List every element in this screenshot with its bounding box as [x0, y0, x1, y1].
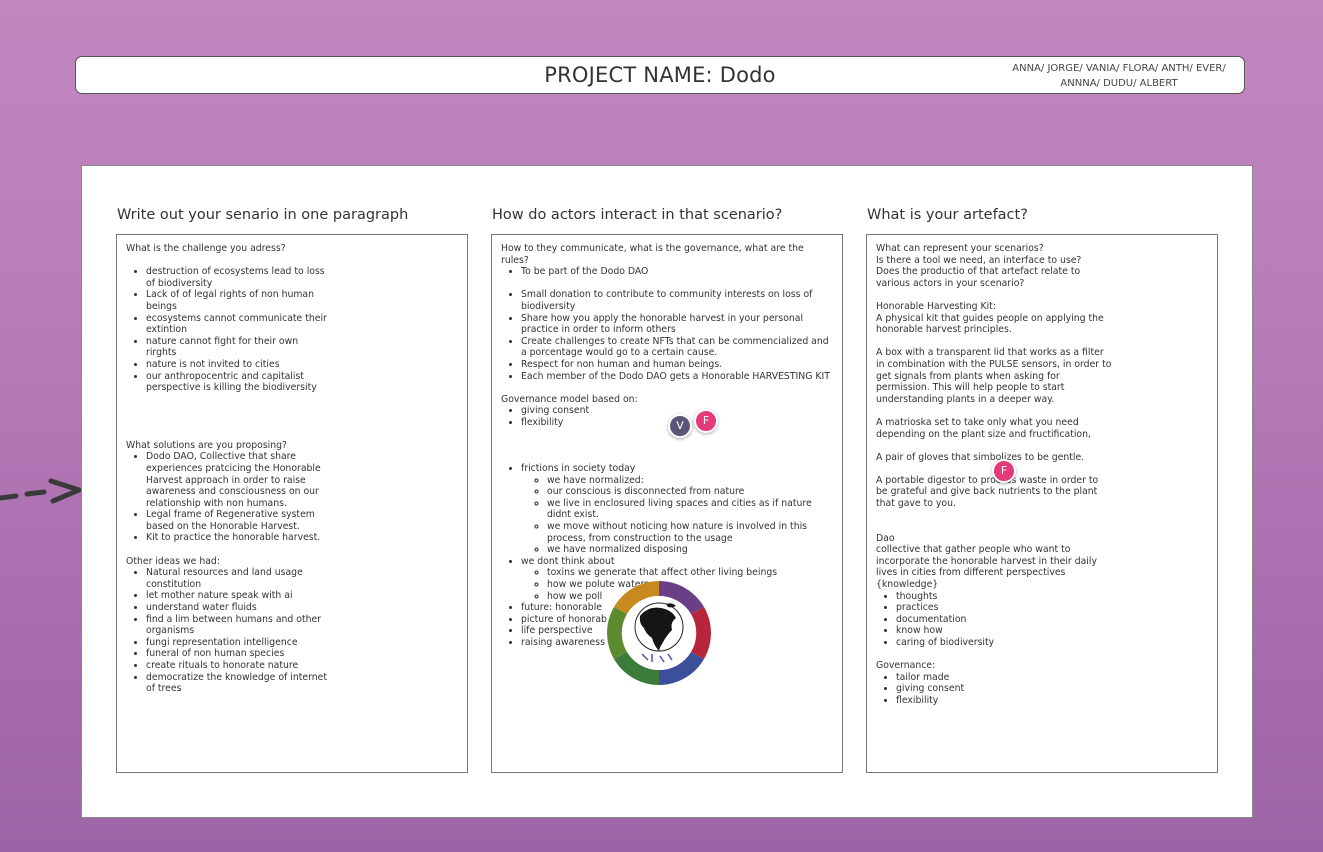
team-line-2: ANNNA/ DUDU/ ALBERT [1060, 78, 1178, 89]
artefact-governance-title: Governance: [876, 660, 936, 672]
list-item: Share how you apply the honorable harves… [521, 313, 836, 336]
list-item: Each member of the Dodo DAO gets a Honor… [521, 371, 836, 383]
dao-line: {knowledge} [876, 579, 939, 591]
honorable-harvest-wheel-logo[interactable] [606, 580, 712, 686]
dao-list: thoughts practices documentation know ho… [876, 591, 1208, 649]
artefact-governance-list: tailor made giving consent flexibility [876, 672, 1208, 707]
challenge-question: What is the challenge you adress? [126, 243, 286, 254]
heading-artefact: What is your artefact? [867, 207, 1028, 223]
kit-line: A physical kit that guides people on app… [876, 312, 1104, 324]
list-item: funeral of non human species [146, 648, 331, 660]
list-item: Small donation to contribute to communit… [521, 289, 836, 312]
dao-title: Dao [876, 532, 895, 544]
frictions-label: frictions in society today [521, 463, 636, 475]
list-item: fungi representation intelligence [146, 637, 331, 649]
list-item: frictions in society today we have norma… [521, 463, 833, 556]
box-line: understanding plants in a deeper way. [876, 393, 1055, 405]
project-header: PROJECT NAME: Dodo ANNA/ JORGE/ VANIA/ F… [75, 56, 1245, 94]
artefact-q4: various actors in your scenario? [876, 277, 1025, 289]
kit-line: honorable harvest principles. [876, 324, 1012, 336]
actors-intro: How to they communicate, what is the gov… [501, 243, 804, 266]
digestor-line: be grateful and give back nutrients to t… [876, 486, 1098, 498]
list-item: Dodo DAO, Collective that share experien… [146, 451, 331, 509]
team-line-1: ANNA/ JORGE/ VANIA/ FLORA/ ANTH/ EVER/ [1012, 63, 1226, 74]
list-item: we move without noticing how nature is i… [547, 521, 817, 544]
list-item: let mother nature speak with ai [146, 590, 331, 602]
list-item: know how [896, 625, 1208, 637]
list-item: Legal frame of Regenerative system based… [146, 509, 331, 532]
list-item: we live in enclosured living spaces and … [547, 498, 817, 521]
list-item: thoughts [896, 591, 1208, 603]
other-ideas-list: Natural resources and land usage constit… [126, 567, 331, 695]
list-item: To be part of the Dodo DAO [521, 266, 833, 278]
rules-list-a: To be part of the Dodo DAO [501, 266, 833, 278]
list-item: flexibility [896, 695, 1208, 707]
collaborator-cursor-v: V [668, 414, 692, 438]
solutions-list: Dodo DAO, Collective that share experien… [126, 451, 331, 544]
list-item: we have normalized disposing [547, 544, 817, 556]
kit-title: Honorable Harvesting Kit: [876, 300, 996, 312]
list-item: create rituals to honorate nature [146, 660, 331, 672]
list-item: Create challenges to create NFTs that ca… [521, 336, 836, 359]
governance-list: giving consent flexibility [501, 405, 833, 428]
digestor-line: that gave to you. [876, 498, 956, 510]
matrioska-line: A matrioska set to take only what you ne… [876, 416, 1079, 428]
list-item: our conscious is disconnected from natur… [547, 486, 817, 498]
team-names: ANNA/ JORGE/ VANIA/ FLORA/ ANTH/ EVER/ A… [994, 61, 1244, 91]
artefact-q3: Does the productio of that artefact rela… [876, 266, 1081, 278]
list-item: tailor made [896, 672, 1208, 684]
list-item: documentation [896, 614, 1208, 626]
box-line: A box with a transparent lid that works … [876, 347, 1104, 359]
dont-think-label: we dont think about [521, 555, 615, 567]
list-item: toxins we generate that affect other liv… [547, 567, 817, 579]
list-item: democratize the knowledge of internet of… [146, 672, 331, 695]
dao-line: lives in cities from different perspecti… [876, 567, 1066, 579]
list-item: destruction of ecosystems lead to loss o… [146, 266, 331, 289]
gloves-line: A pair of gloves that simbolizes to be g… [876, 451, 1085, 463]
list-item: nature cannot fight for their own rirght… [146, 336, 331, 359]
list-item: nature is not invited to cities [146, 359, 331, 371]
list-item: Lack of of legal rights of non human bei… [146, 289, 331, 312]
scenario-panel[interactable]: What is the challenge you adress? destru… [116, 234, 468, 773]
list-item: Respect for non human and human beings. [521, 359, 836, 371]
heading-actors: How do actors interact in that scenario? [492, 207, 783, 223]
rules-list: Small donation to contribute to communit… [501, 289, 836, 382]
other-ideas-question: Other ideas we had: [126, 555, 220, 567]
dao-line: collective that gather people who want t… [876, 544, 1071, 556]
frictions-sublist: we have normalized: our conscious is dis… [521, 475, 817, 556]
list-item: find a lim between humans and other orga… [146, 614, 331, 637]
box-line: in combination with the PULSE sensors, i… [876, 358, 1112, 370]
challenge-list: destruction of ecosystems lead to loss o… [126, 266, 331, 394]
actors-panel[interactable]: How to they communicate, what is the gov… [491, 234, 843, 773]
list-item: practices [896, 602, 1208, 614]
list-item: we have normalized: [547, 475, 817, 487]
list-item: our anthropocentric and capitalist persp… [146, 371, 331, 394]
heading-scenario: Write out your senario in one paragraph [117, 207, 409, 223]
list-item: caring of biodiversity [896, 637, 1208, 649]
list-item: Kit to practice the honorable harvest. [146, 532, 331, 544]
list-item: Natural resources and land usage constit… [146, 567, 331, 590]
dao-line: incorporate the honorable harvest in the… [876, 555, 1097, 567]
list-item: giving consent [896, 683, 1208, 695]
box-line: permission. This will help people to sta… [876, 382, 1065, 394]
artefact-q1: What can represent your scenarios? [876, 243, 1044, 254]
governance-title: Governance model based on: [501, 393, 638, 405]
collaborator-cursor-f: F [992, 459, 1016, 483]
digestor-line: A portable digestor to process waste in … [876, 474, 1099, 486]
solutions-question: What solutions are you proposing? [126, 439, 287, 451]
box-line: get signals from plants when asking for [876, 370, 1060, 382]
list-item: ecosystems cannot communicate their exti… [146, 313, 331, 336]
matrioska-line: depending on the plant size and fructifi… [876, 428, 1091, 440]
list-item: understand water fluids [146, 602, 331, 614]
dashed-arrow-icon [0, 478, 82, 504]
collaborator-cursor-f: F [694, 409, 718, 433]
artefact-q2: Is there a tool we need, an interface to… [876, 254, 1082, 266]
artefact-panel[interactable]: What can represent your scenarios? Is th… [866, 234, 1218, 773]
